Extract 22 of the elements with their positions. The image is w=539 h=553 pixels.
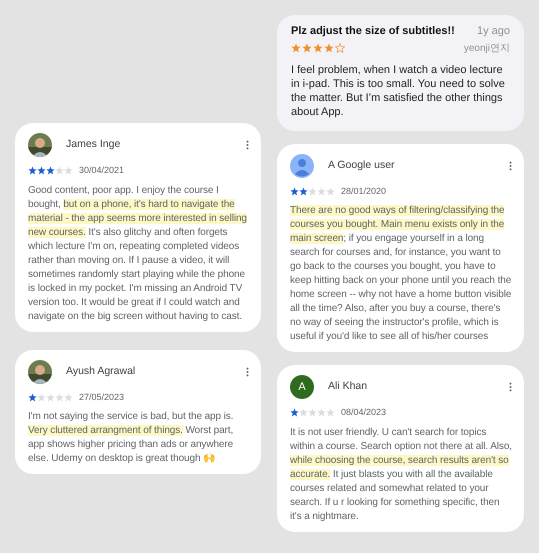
review-text: There are no good ways of filtering/classifying the courses you bought. Main menu exists only in the main screen; if you engage yourself in a long search for courses and, for instance, you want to go back to the courses you bought, you have to keep hitting back on your phone until you reach the home screen -- why not have a home button visible all the time? Also, after you buy a course, there's no way of seeing the instructor's profile, which is useful if you'd like to see all of his/her courses (290, 204, 512, 344)
more-options-icon[interactable] (509, 160, 512, 170)
review-date: 27/05/2023 (79, 390, 124, 404)
more-options-icon[interactable] (246, 140, 249, 150)
user-avatar-icon (290, 154, 314, 178)
review-text: It is not user friendly. U can't search for topics within a course. Search option not there at all. Also, while choosing the course, search results aren't so accurate. It just blasts you with all the available courses related and somewhat related to your search. If u r looking for something specific, then it's a nightmare. (290, 426, 512, 524)
review-text: I feel problem, when I watch a video lecture in i-pad. This is too small. You need to solve the matter. But I’m satisfied the other things about App. (291, 62, 506, 118)
more-options-icon[interactable] (509, 382, 512, 392)
review-date: 28/01/2020 (341, 184, 386, 198)
review-text: I'm not saying the service is bad, but the app is. Very cluttered arrangment of things. Worst part, app shows higher pricing than ads or anywhere else. Udemy on desktop is great though 🙌 (28, 410, 234, 466)
reviewer-name: Ayush Agrawal (66, 364, 136, 379)
review-date: 30/04/2021 (79, 164, 124, 177)
reviewer-name: A Google user (328, 158, 396, 173)
reviewer-name: yeonji연지 (464, 42, 510, 56)
review-title: Plz adjust the size of subtitles!! (291, 24, 455, 39)
letter-avatar: A (290, 375, 314, 399)
review-time: 1y ago (476, 24, 510, 39)
more-options-icon[interactable] (246, 366, 249, 376)
reviewer-name: James Inge (66, 137, 122, 152)
reviewer-name: Ali Khan (328, 379, 368, 394)
review-date: 08/04/2023 (341, 406, 386, 419)
review-text: Good content, poor app. I enjoy the course I bought, but on a phone, it's hard to navigate the material - the app seems more interested in selling new courses. It's also glitchy and often forgets which lecture I'm on, repeating completed videos rather than moving on. If I pause a video, it will sometimes randomly start playing while the phone is locked in my pocket. I'm missing an Android TV version too. It would be great if I could watch and navigate on the big screen without having to cast. (28, 184, 248, 324)
